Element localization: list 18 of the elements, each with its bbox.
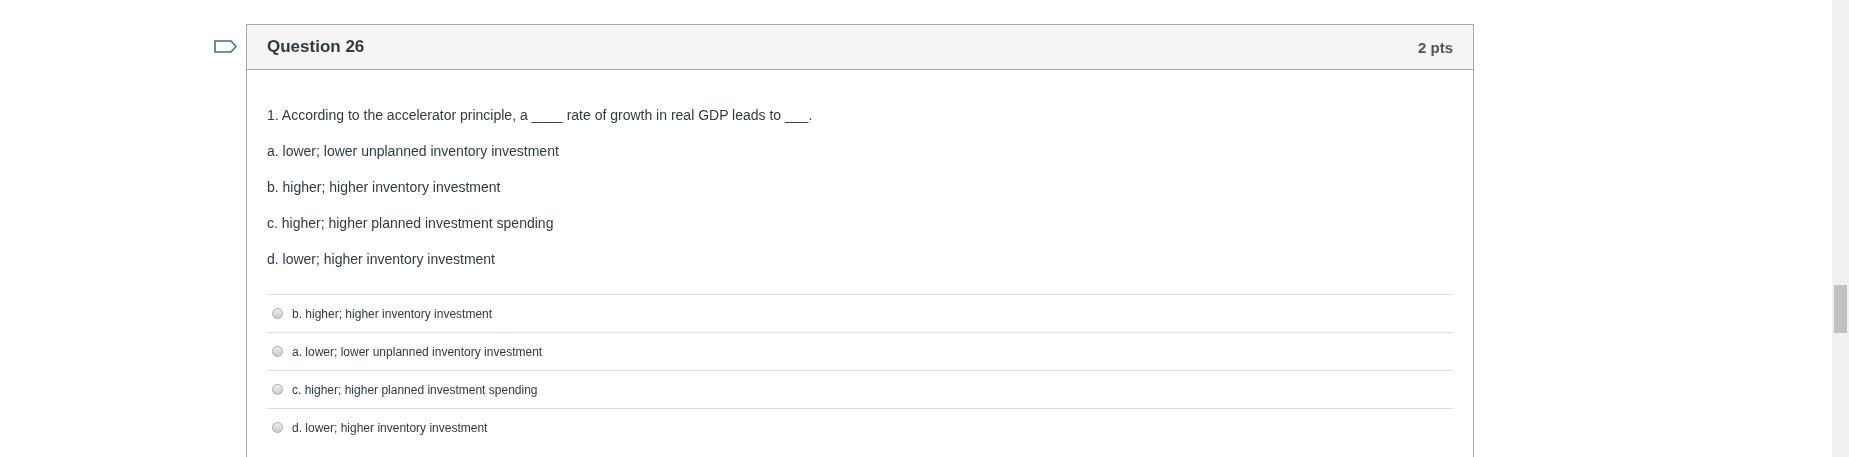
choice-text: a. lower; lower unplanned inventory investment	[267, 142, 560, 161]
scrollbar[interactable]	[1832, 0, 1849, 457]
choice-text: c. higher; higher planned investment spending	[267, 214, 555, 233]
answer-option[interactable]: b. higher; higher inventory investment	[292, 306, 493, 321]
choice-text: d. lower; higher inventory investment	[267, 250, 496, 269]
flag-icon[interactable]	[214, 40, 237, 53]
answer-option[interactable]: c. higher; higher planned investment spending	[292, 382, 538, 397]
choice-text: b. higher; higher inventory investment	[267, 178, 502, 197]
question-title: Question 26	[267, 37, 365, 57]
answer-option[interactable]: d. lower; higher inventory investment	[292, 420, 488, 435]
question-text: 1. According to the accelerator principle, a ____ rate of growth in real GDP leads to ___.	[267, 106, 814, 125]
answer-option[interactable]: a. lower; lower unplanned inventory investment	[292, 344, 543, 359]
radio-button[interactable]	[272, 384, 283, 395]
radio-button[interactable]	[272, 346, 283, 357]
points-label: 2 pts	[1418, 38, 1453, 56]
scrollbar-thumb[interactable]	[1834, 285, 1847, 333]
radio-button[interactable]	[272, 422, 283, 433]
radio-button[interactable]	[272, 308, 283, 319]
